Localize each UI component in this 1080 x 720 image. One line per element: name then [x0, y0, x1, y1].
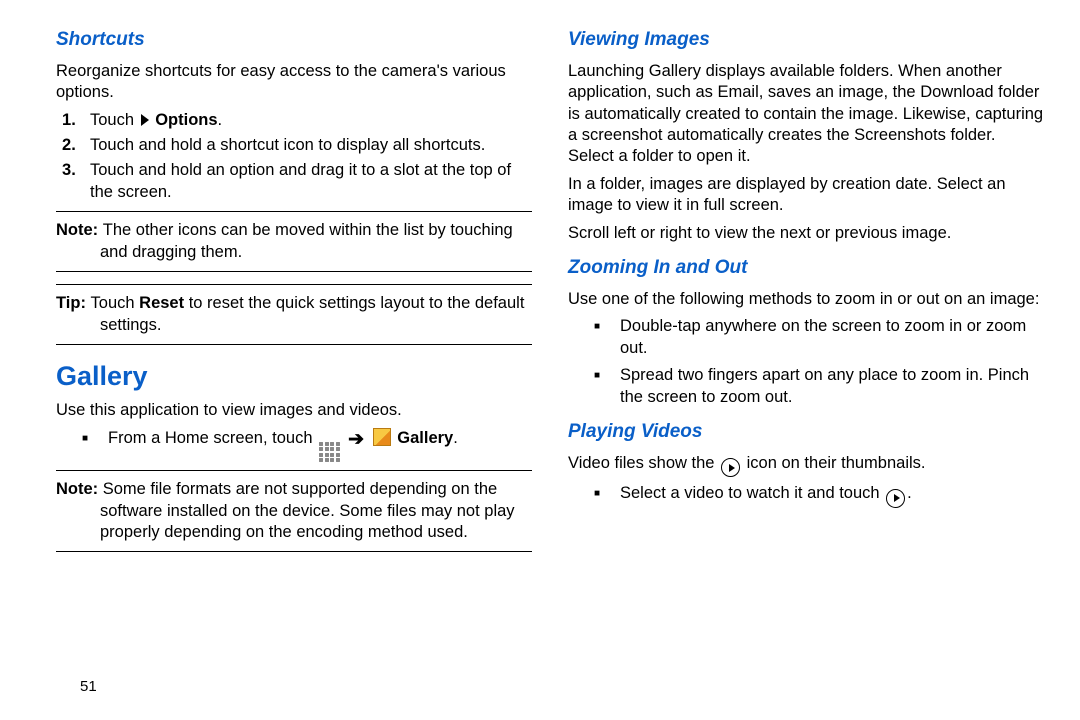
viewing-p2: In a folder, images are displayed by cre… [568, 174, 1044, 217]
videos-steps: Select a video to watch it and touch . [568, 483, 1044, 508]
page-number: 51 [80, 677, 97, 697]
divider [56, 344, 532, 345]
viewing-p3: Scroll left or right to view the next or… [568, 223, 1044, 244]
note-file-formats: Note: Some file formats are not supporte… [56, 479, 532, 543]
left-column: Shortcuts Reorganize shortcuts for easy … [56, 28, 532, 560]
divider [56, 551, 532, 552]
viewing-p1: Launching Gallery displays available fol… [568, 61, 1044, 168]
play-icon [886, 489, 905, 508]
zoom-method-1: Double-tap anywhere on the screen to zoo… [620, 316, 1044, 359]
note-move-icons: Note: The other icons can be moved withi… [56, 220, 532, 263]
right-column: Viewing Images Launching Gallery display… [568, 28, 1044, 560]
videos-intro: Video files show the icon on their thumb… [568, 453, 1044, 478]
zoom-methods: Double-tap anywhere on the screen to zoo… [568, 316, 1044, 408]
gallery-launch-item: From a Home screen, touch ➔ Gallery. [108, 428, 532, 463]
divider [56, 211, 532, 212]
zoom-method-2: Spread two fingers apart on any place to… [620, 365, 1044, 408]
heading-zooming: Zooming In and Out [568, 256, 1044, 281]
shortcuts-intro: Reorganize shortcuts for easy access to … [56, 61, 532, 104]
gallery-launch-list: From a Home screen, touch ➔ Gallery. [56, 428, 532, 463]
heading-playing-videos: Playing Videos [568, 420, 1044, 445]
gallery-intro: Use this application to view images and … [56, 400, 532, 421]
heading-gallery: Gallery [56, 359, 532, 394]
step-3: Touch and hold an option and drag it to … [82, 160, 532, 203]
divider [56, 284, 532, 285]
step-1: Touch Options. [82, 110, 532, 131]
arrow-right-icon: ➔ [348, 429, 364, 450]
shortcuts-steps: Touch Options. Touch and hold a shortcut… [56, 110, 532, 204]
divider [56, 470, 532, 471]
videos-step-1: Select a video to watch it and touch . [620, 483, 1044, 508]
divider [56, 271, 532, 272]
tip-reset: Tip: Touch Reset to reset the quick sett… [56, 293, 532, 336]
step-2: Touch and hold a shortcut icon to displa… [82, 135, 532, 156]
play-icon [721, 458, 740, 477]
apps-grid-icon [319, 442, 340, 463]
heading-viewing-images: Viewing Images [568, 28, 1044, 53]
zoom-intro: Use one of the following methods to zoom… [568, 289, 1044, 310]
heading-shortcuts: Shortcuts [56, 28, 532, 53]
chevron-right-icon [141, 114, 149, 126]
gallery-icon [373, 428, 391, 446]
